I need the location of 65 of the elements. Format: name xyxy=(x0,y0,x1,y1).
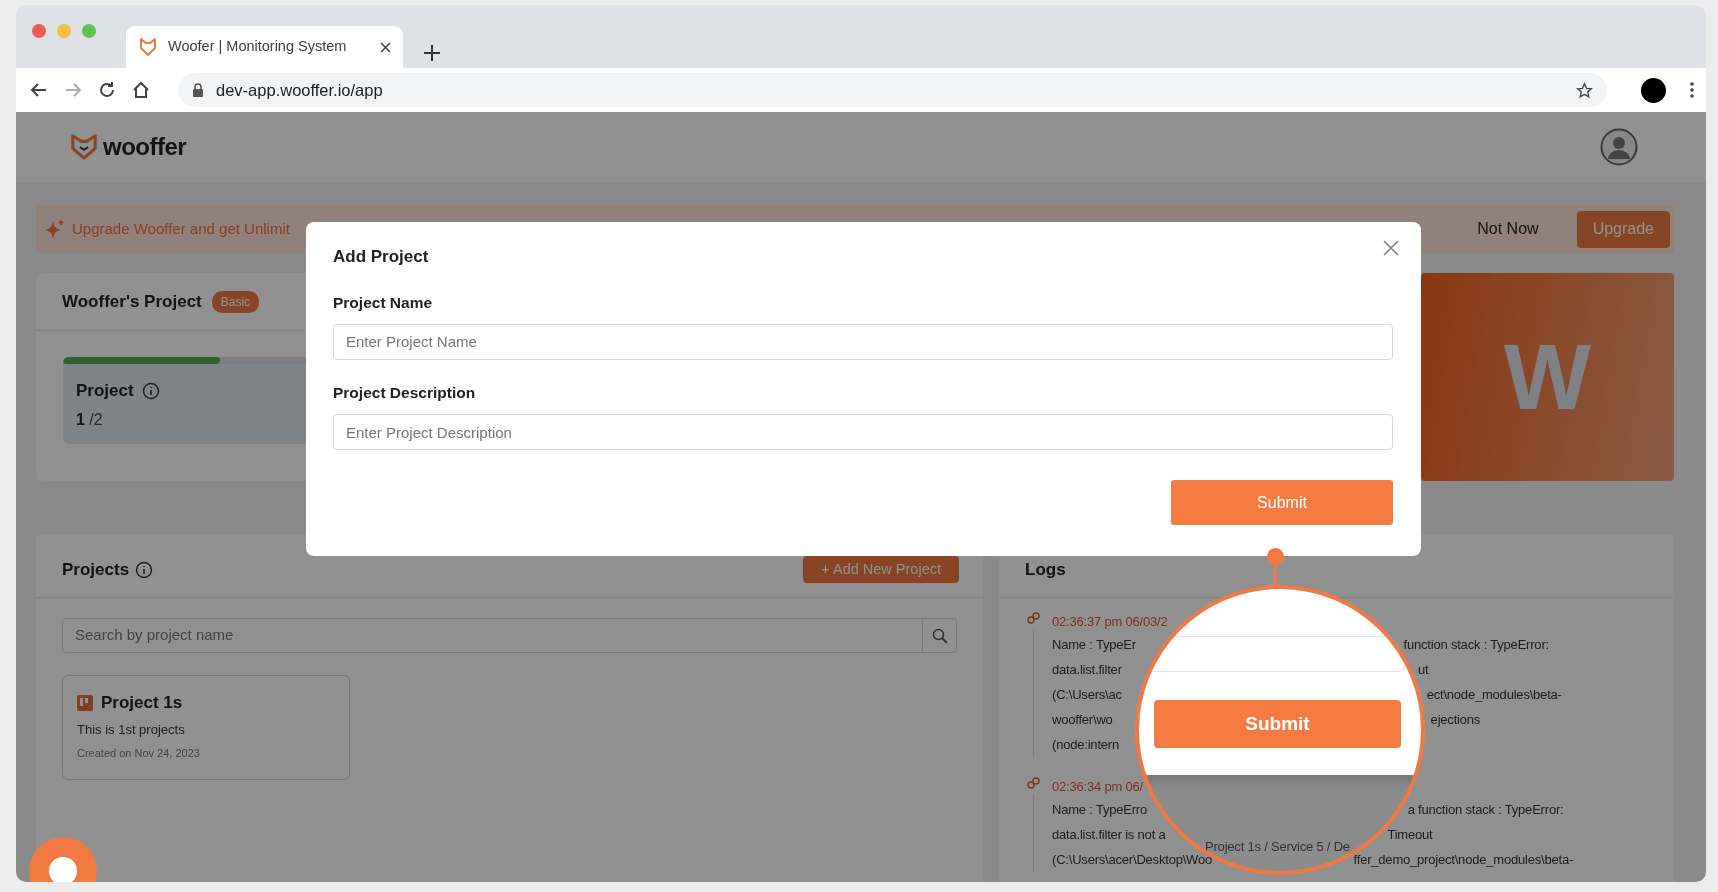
lock-icon xyxy=(192,83,204,97)
close-icon[interactable] xyxy=(380,41,391,53)
link-icon xyxy=(1026,777,1040,790)
banner-text: Upgrade Wooffer and get Unlimit xyxy=(72,218,290,239)
submit-button[interactable]: Submit xyxy=(1171,480,1393,525)
url-text: dev-app.wooffer.io/app xyxy=(216,79,384,101)
close-icon[interactable] xyxy=(1383,240,1399,256)
menu-icon[interactable] xyxy=(1690,82,1694,98)
plan-badge: Basic xyxy=(211,290,260,313)
log-timestamp: 02:36:37 pm 06/03/2 xyxy=(1052,613,1169,631)
not-now-button[interactable]: Not Now xyxy=(1471,216,1545,242)
log-text: Project 1s / Service 5 / De xyxy=(1205,838,1350,855)
log-text: ut xyxy=(1417,661,1429,679)
log-timestamp: 02:36:34 pm 06/ xyxy=(1052,778,1144,796)
logo-text[interactable]: wooffer xyxy=(103,129,187,165)
log-text: data.list.filter is not a xyxy=(1052,826,1166,844)
card-title: Projects xyxy=(62,558,130,581)
reload-button[interactable] xyxy=(98,81,116,99)
new-tab-button[interactable] xyxy=(423,44,441,62)
stat-value: 1 xyxy=(76,410,85,428)
field-label: Project Description xyxy=(333,382,477,403)
fox-icon xyxy=(138,37,158,57)
tab-title: Woofer | Monitoring System xyxy=(168,37,348,57)
log-text: Name : TypeErro xyxy=(1052,801,1148,819)
input-field[interactable]: Enter Project Name xyxy=(333,323,1393,360)
profile-avatar[interactable] xyxy=(1641,77,1666,103)
log-text: ffer_demo_project\node_modules\beta- xyxy=(1353,851,1574,869)
log-text: Timeout xyxy=(1387,826,1433,844)
project-name: Project 1s xyxy=(101,692,183,714)
log-text: (node:intern xyxy=(1052,736,1119,754)
info-icon[interactable] xyxy=(141,381,160,400)
home-button[interactable] xyxy=(132,81,150,99)
stat-label: Project xyxy=(76,380,134,402)
log-text: Name : TypeEr xyxy=(1052,636,1136,654)
board-icon xyxy=(77,694,93,711)
log-text: function stack : TypeError: xyxy=(1403,636,1549,654)
project-tile[interactable]: Project 1s This is 1st projects Created on Nov 24, 2023 xyxy=(62,675,350,780)
project-description: This is 1st projects xyxy=(77,720,186,739)
search-button[interactable] xyxy=(922,619,956,652)
close-window-button[interactable] xyxy=(32,23,46,38)
fox-icon xyxy=(69,133,99,161)
log-text: ejections xyxy=(1430,711,1481,729)
created-date: Created on Nov 24, 2023 xyxy=(77,746,201,761)
log-text: ect\node_modules\beta- xyxy=(1426,686,1562,704)
card-title: Wooffer's Project xyxy=(62,290,202,313)
star-icon[interactable] xyxy=(1576,81,1593,99)
card-title: Logs xyxy=(1025,558,1066,581)
log-text: data.list.filter xyxy=(1052,661,1122,679)
browser-tab[interactable]: Woofer | Monitoring System xyxy=(126,26,403,68)
info-icon[interactable] xyxy=(135,560,154,579)
log-text: wooffer\wo xyxy=(1052,711,1113,729)
sparkle-icon xyxy=(44,218,66,240)
field-label: Project Name xyxy=(333,292,434,313)
initial-letter: W xyxy=(1504,325,1591,430)
search-icon xyxy=(931,627,948,644)
submit-button[interactable]: Submit xyxy=(1154,700,1401,748)
stat-total: /2 xyxy=(89,410,103,428)
input-field[interactable]: Enter Project Description xyxy=(333,414,1393,450)
user-avatar-icon[interactable] xyxy=(1600,128,1638,166)
log-text: (C:\Users\ac xyxy=(1052,686,1122,704)
address-bar[interactable]: dev-app.wooffer.io/app xyxy=(178,73,1607,107)
back-button[interactable] xyxy=(30,81,48,99)
dialog-title: Add Project xyxy=(333,246,430,268)
log-text: a function stack : TypeError: xyxy=(1407,801,1564,819)
link-icon xyxy=(1026,612,1040,625)
